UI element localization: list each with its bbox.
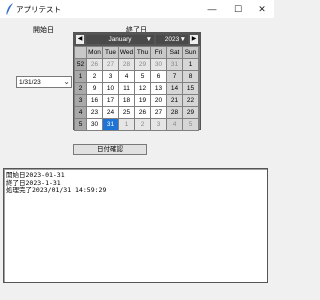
- week-number: 2: [74, 82, 87, 95]
- calendar-week-row: 3 16 17 18 19 20 21 22: [74, 94, 199, 107]
- start-date-label: 開始日: [33, 27, 54, 34]
- calendar-day[interactable]: 26: [134, 106, 151, 119]
- start-date-picker[interactable]: 1/31/23 ⌄: [16, 76, 72, 88]
- calendar-day[interactable]: 24: [102, 106, 119, 119]
- calendar-day[interactable]: 16: [86, 94, 103, 107]
- next-month-icon[interactable]: ▶: [190, 35, 198, 44]
- weekday-header: Tue: [102, 46, 119, 59]
- output-textarea[interactable]: 開始日2023-01-31 終了日2023-1-31 処理完了2023/01/3…: [3, 168, 268, 283]
- month-value: January: [108, 36, 132, 43]
- calendar-day[interactable]: 1: [118, 118, 135, 131]
- calendar-day[interactable]: 8: [182, 70, 199, 83]
- calendar-day[interactable]: 2: [86, 70, 103, 83]
- week-number: 4: [74, 106, 87, 119]
- calendar-week-row: 4 23 24 25 26 27 28 29: [74, 106, 199, 119]
- calendar-day[interactable]: 3: [150, 118, 167, 131]
- week-number: 3: [74, 94, 87, 107]
- calendar-day[interactable]: 30: [150, 58, 167, 71]
- weekday-header-row: Mon Tue Wed Thu Fri Sat Sun: [74, 46, 199, 59]
- calendar-day[interactable]: 7: [166, 70, 183, 83]
- minimize-button[interactable]: —: [200, 0, 224, 18]
- weekday-header: Sat: [166, 46, 183, 59]
- calendar-week-row: 2 9 10 11 12 13 14 15: [74, 82, 199, 95]
- month-select[interactable]: January ▼: [86, 35, 154, 44]
- week-number: 52: [74, 58, 87, 71]
- calendar-day[interactable]: 26: [86, 58, 103, 71]
- week-number: 5: [74, 118, 87, 131]
- calendar-day[interactable]: 12: [134, 82, 151, 95]
- weekday-header: Sun: [182, 46, 199, 59]
- feather-icon: [6, 3, 13, 15]
- title-bar: アプリテスト — ☐ ✕: [0, 0, 274, 18]
- calendar-day[interactable]: 6: [150, 70, 167, 83]
- end-date-calendar: ◀ January ▼ 2023 ▼ ▶ Mon Tue Wed Thu Fri…: [73, 32, 201, 131]
- calendar-day-selected[interactable]: 31: [102, 118, 119, 131]
- week-number-header: [74, 46, 87, 59]
- calendar-day[interactable]: 13: [150, 82, 167, 95]
- maximize-button[interactable]: ☐: [226, 0, 250, 18]
- calendar-day[interactable]: 28: [118, 58, 135, 71]
- chevron-down-icon[interactable]: ⌄: [63, 77, 70, 86]
- year-select[interactable]: 2023 ▼: [156, 35, 188, 44]
- calendar-day[interactable]: 5: [134, 70, 151, 83]
- window-title: アプリテスト: [16, 5, 61, 14]
- calendar-day[interactable]: 28: [166, 106, 183, 119]
- weekday-header: Fri: [150, 46, 167, 59]
- calendar-day[interactable]: 23: [86, 106, 103, 119]
- weekday-header: Wed: [118, 46, 135, 59]
- week-number: 1: [74, 70, 87, 83]
- calendar-day[interactable]: 30: [86, 118, 103, 131]
- calendar-week-row: 5 30 31 1 2 3 4 5: [74, 118, 199, 131]
- start-date-value: 1/31/23: [19, 79, 41, 86]
- calendar-day[interactable]: 22: [182, 94, 199, 107]
- calendar-day[interactable]: 10: [102, 82, 119, 95]
- calendar-day[interactable]: 3: [102, 70, 119, 83]
- calendar-day[interactable]: 31: [166, 58, 183, 71]
- calendar-day[interactable]: 18: [118, 94, 135, 107]
- calendar-day[interactable]: 19: [134, 94, 151, 107]
- prev-month-icon[interactable]: ◀: [76, 35, 84, 44]
- calendar-day[interactable]: 1: [182, 58, 199, 71]
- calendar-day[interactable]: 25: [118, 106, 135, 119]
- calendar-day[interactable]: 4: [166, 118, 183, 131]
- year-value: 2023: [164, 36, 180, 43]
- calendar-day[interactable]: 9: [86, 82, 103, 95]
- check-date-button[interactable]: 日付確認: [73, 144, 147, 155]
- calendar-day[interactable]: 20: [150, 94, 167, 107]
- weekday-header: Mon: [86, 46, 103, 59]
- calendar-header: ◀ January ▼ 2023 ▼ ▶: [74, 33, 200, 46]
- calendar-day[interactable]: 11: [118, 82, 135, 95]
- calendar-week-row: 1 2 3 4 5 6 7 8: [74, 70, 199, 83]
- caret-down-icon: ▼: [145, 36, 152, 43]
- calendar-day[interactable]: 2: [134, 118, 151, 131]
- calendar-day[interactable]: 15: [182, 82, 199, 95]
- calendar-day[interactable]: 27: [150, 106, 167, 119]
- calendar-day[interactable]: 29: [182, 106, 199, 119]
- calendar-day[interactable]: 17: [102, 94, 119, 107]
- calendar-week-row: 52 26 27 28 29 30 31 1: [74, 58, 199, 71]
- calendar-grid: Mon Tue Wed Thu Fri Sat Sun 52 26 27 28 …: [74, 46, 199, 131]
- calendar-day[interactable]: 21: [166, 94, 183, 107]
- weekday-header: Thu: [134, 46, 151, 59]
- calendar-day[interactable]: 5: [182, 118, 199, 131]
- calendar-day[interactable]: 27: [102, 58, 119, 71]
- calendar-day[interactable]: 4: [118, 70, 135, 83]
- close-button[interactable]: ✕: [250, 0, 274, 18]
- calendar-day[interactable]: 29: [134, 58, 151, 71]
- caret-down-icon: ▼: [179, 36, 186, 43]
- output-line: 処理完了2023/01/31 14:59:29: [6, 186, 107, 194]
- calendar-day[interactable]: 14: [166, 82, 183, 95]
